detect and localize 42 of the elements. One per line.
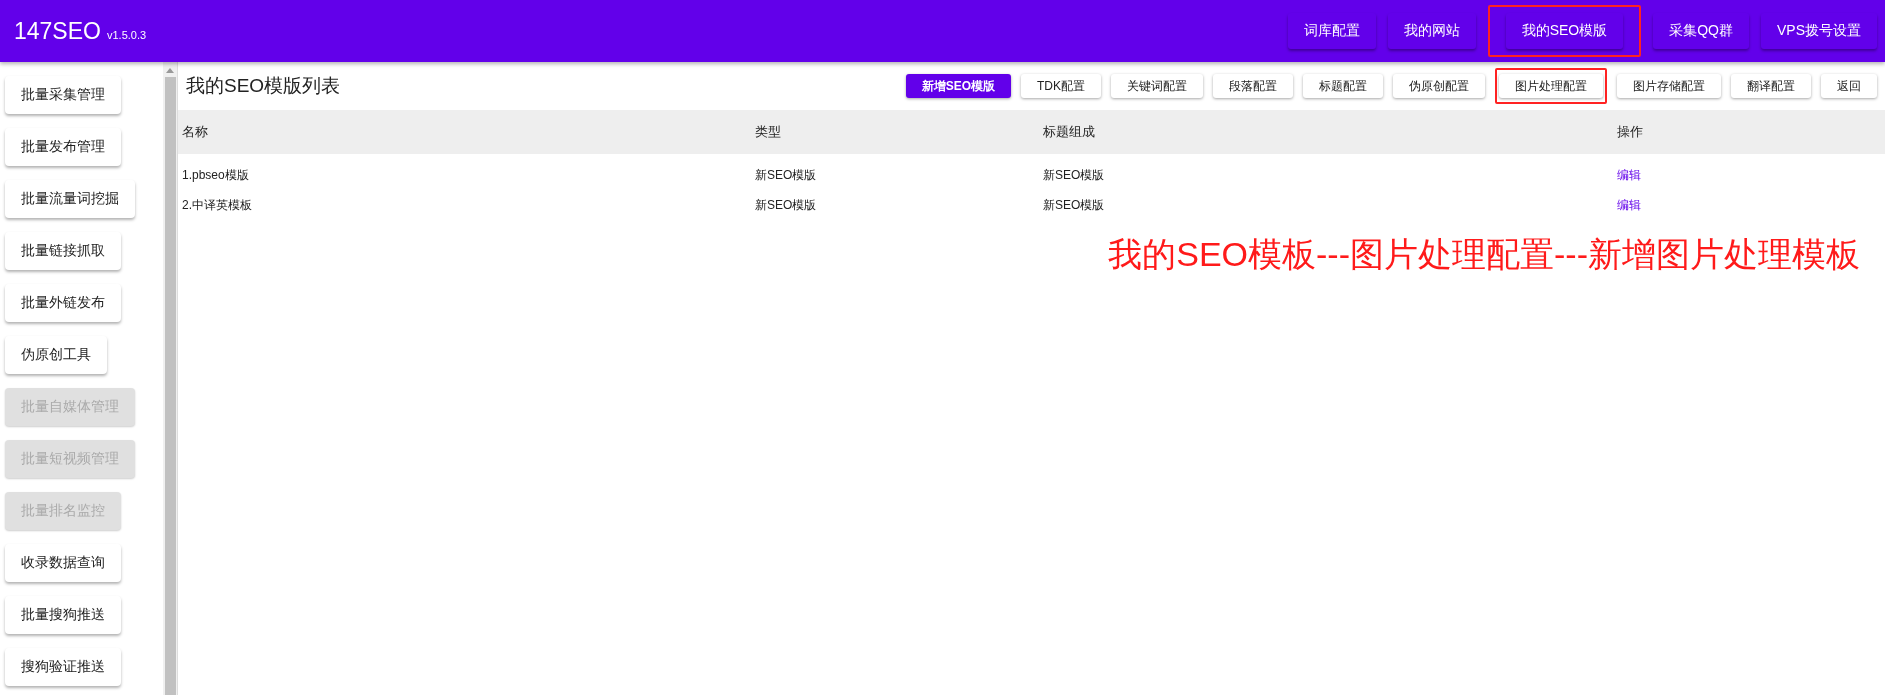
annotation-text: 我的SEO模板---图片处理配置---新增图片处理模板	[1108, 234, 1860, 275]
scrollbar-thumb[interactable]	[164, 77, 176, 695]
toolbar-button[interactable]: 伪原创配置	[1393, 74, 1485, 98]
nav-button[interactable]: 我的网站	[1387, 13, 1476, 49]
table-cell-text: 2.中译英模板	[182, 196, 253, 214]
column-header: 标题组成	[1043, 123, 1096, 141]
edit-link[interactable]: 编辑	[1617, 197, 1641, 212]
toolbar-button[interactable]: 返回	[1821, 74, 1877, 98]
sidebar-button[interactable]: 批量流量词挖掘	[5, 180, 135, 218]
table-cell-text: 新SEO模版	[755, 196, 818, 214]
sidebar-button[interactable]: 收录数据查询	[5, 544, 121, 582]
sidebar-button[interactable]: 批量链接抓取	[5, 232, 121, 270]
table-cell-text: 新SEO模版	[1043, 166, 1106, 184]
sidebar-button[interactable]: 搜狗验证推送	[5, 648, 121, 686]
toolbar-button[interactable]: 图片处理配置	[1499, 74, 1603, 98]
sidebar-button[interactable]: 批量外链发布	[5, 284, 121, 322]
table-cell-text: 1.pbseo模版	[182, 166, 250, 184]
nav-button[interactable]: 我的SEO模版	[1505, 13, 1624, 49]
app-name: 147SEO	[14, 17, 101, 45]
edit-link[interactable]: 编辑	[1617, 167, 1641, 182]
toolbar-button[interactable]: 新增SEO模版	[905, 74, 1011, 98]
toolbar-button[interactable]: 翻译配置	[1731, 74, 1811, 98]
page-title: 我的SEO模版列表	[186, 74, 341, 98]
nav-button[interactable]: 词库配置	[1287, 13, 1376, 49]
app-version: v1.5.0.3	[106, 28, 147, 41]
column-header: 名称	[182, 123, 209, 141]
toolbar-button[interactable]: 段落配置	[1213, 74, 1293, 98]
sidebar-button[interactable]: 批量搜狗推送	[5, 596, 121, 634]
sidebar-button[interactable]: 批量发布管理	[5, 128, 121, 166]
table-cell-text: 新SEO模版	[1043, 196, 1106, 214]
column-header: 类型	[755, 123, 782, 141]
nav-button[interactable]: 采集QQ群	[1653, 13, 1749, 49]
scrollbar[interactable]	[163, 62, 178, 695]
toolbar-button[interactable]: TDK配置	[1021, 74, 1101, 98]
sidebar-button[interactable]: 批量采集管理	[5, 76, 121, 114]
column-header: 操作	[1617, 123, 1644, 141]
table-cell-text: 新SEO模版	[755, 166, 818, 184]
toolbar-button[interactable]: 标题配置	[1303, 74, 1383, 98]
toolbar-button[interactable]: 关键词配置	[1111, 74, 1203, 98]
toolbar-button[interactable]: 图片存储配置	[1617, 74, 1721, 98]
nav-button[interactable]: VPS拨号设置	[1761, 13, 1877, 49]
sidebar-button[interactable]: 伪原创工具	[5, 336, 107, 374]
